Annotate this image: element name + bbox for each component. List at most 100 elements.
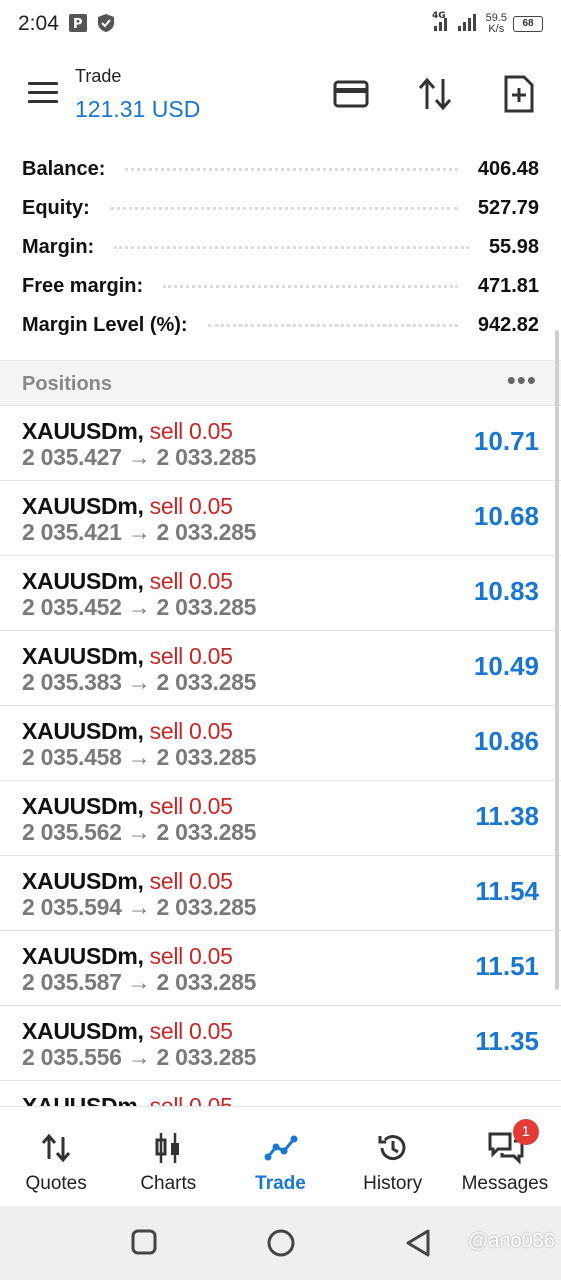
position-row[interactable]: XAUUSDm, sell 0.05 2 035.452 → 2 033.285… — [0, 556, 561, 631]
position-side: sell 0.05 — [149, 418, 233, 444]
nav-label: Charts — [140, 1173, 197, 1194]
position-row[interactable]: XAUUSDm, sell 0.05 2 035.562 → 2 033.285… — [0, 781, 561, 856]
svg-text:4G: 4G — [432, 11, 446, 21]
home-icon[interactable] — [266, 1228, 296, 1263]
summary-row-equity: Equity: 527.79 — [0, 189, 561, 228]
quotes-icon — [39, 1131, 73, 1165]
position-prices: 2 035.556 → 2 033.285 — [22, 1044, 257, 1070]
position-row[interactable]: XAUUSDm, sell 0.05 — [0, 1081, 561, 1106]
position-symbol: XAUUSDm, — [22, 643, 144, 669]
net-speed-value: 59.5 — [485, 11, 507, 24]
nav-label: Trade — [255, 1173, 306, 1194]
summary-row-margin-level: Margin Level (%): 942.82 — [0, 306, 561, 345]
position-prices: 2 035.452 → 2 033.285 — [22, 594, 257, 620]
recents-icon[interactable] — [130, 1228, 158, 1261]
position-symbol: XAUUSDm, — [22, 568, 144, 594]
sort-icon[interactable] — [415, 74, 455, 114]
position-row[interactable]: XAUUSDm, sell 0.05 2 035.427 → 2 033.285… — [0, 406, 561, 481]
position-prices: 2 035.458 → 2 033.285 — [22, 744, 257, 770]
positions-list[interactable]: XAUUSDm, sell 0.05 2 035.427 → 2 033.285… — [0, 406, 561, 1106]
payment-card-icon[interactable] — [331, 74, 371, 114]
parking-icon: P — [68, 13, 88, 38]
position-profit: 11.54 — [475, 876, 539, 906]
position-side: sell 0.05 — [149, 868, 233, 894]
charts-icon — [151, 1131, 185, 1165]
page-title: Trade — [75, 66, 122, 86]
status-bar: 2:04 P 4G 59.5 K/s 68 — [0, 0, 561, 50]
new-order-icon[interactable] — [499, 74, 539, 114]
trade-icon — [264, 1131, 298, 1165]
positions-header: Positions ••• — [0, 360, 561, 406]
app-header: Trade 121.31 USD — [0, 50, 561, 140]
position-symbol: XAUUSDm, — [22, 1093, 144, 1106]
back-icon[interactable] — [404, 1228, 432, 1263]
nav-quotes[interactable]: Quotes — [0, 1107, 112, 1206]
position-row[interactable]: XAUUSDm, sell 0.05 2 035.587 → 2 033.285… — [0, 931, 561, 1006]
battery-indicator: 68 — [513, 15, 543, 32]
position-profit: 11.35 — [475, 1026, 539, 1056]
positions-title: Positions — [22, 373, 113, 395]
summary-label: Equity: — [22, 197, 90, 219]
summary-row-margin: Margin: 55.98 — [0, 228, 561, 267]
position-side: sell 0.05 — [149, 793, 233, 819]
position-profit: 10.71 — [473, 426, 539, 456]
more-options-icon[interactable]: ••• — [507, 365, 537, 396]
dotted-leader — [125, 168, 458, 171]
position-prices: 2 035.383 → 2 033.285 — [22, 669, 257, 695]
messages-badge: 1 — [512, 1119, 539, 1145]
dotted-leader — [163, 285, 458, 288]
scrollbar[interactable] — [555, 330, 559, 990]
history-icon — [376, 1131, 410, 1165]
position-side: sell 0.05 — [149, 1093, 233, 1106]
position-row[interactable]: XAUUSDm, sell 0.05 2 035.556 → 2 033.285… — [0, 1006, 561, 1081]
position-symbol: XAUUSDm, — [22, 943, 144, 969]
position-profit: 11.51 — [475, 951, 539, 981]
bottom-nav: Quotes Charts Trade History 1 Messages — [0, 1106, 561, 1206]
dotted-leader — [109, 207, 458, 210]
position-prices: 2 035.421 → 2 033.285 — [22, 519, 257, 545]
position-side: sell 0.05 — [149, 718, 233, 744]
menu-icon[interactable] — [28, 82, 58, 104]
position-profit: 10.83 — [473, 576, 539, 606]
dotted-leader — [207, 324, 458, 327]
nav-charts[interactable]: Charts — [112, 1107, 224, 1206]
nav-trade[interactable]: Trade — [224, 1107, 336, 1206]
summary-value: 471.81 — [477, 275, 539, 297]
net-speed: 59.5 K/s — [485, 11, 507, 35]
position-profit: 10.68 — [473, 501, 539, 531]
position-row[interactable]: XAUUSDm, sell 0.05 2 035.594 → 2 033.285… — [0, 856, 561, 931]
system-nav: @ano036 — [0, 1206, 561, 1280]
dotted-leader — [114, 246, 469, 249]
position-symbol: XAUUSDm, — [22, 418, 144, 444]
position-row[interactable]: XAUUSDm, sell 0.05 2 035.421 → 2 033.285… — [0, 481, 561, 556]
position-symbol: XAUUSDm, — [22, 793, 144, 819]
position-symbol: XAUUSDm, — [22, 493, 144, 519]
summary-value: 527.79 — [477, 197, 539, 219]
position-profit: 10.86 — [473, 726, 539, 756]
summary-value: 55.98 — [488, 236, 539, 258]
svg-text:P: P — [73, 17, 83, 32]
status-time: 2:04 — [18, 12, 59, 35]
summary-value: 942.82 — [477, 314, 539, 336]
position-side: sell 0.05 — [149, 1018, 233, 1044]
position-side: sell 0.05 — [149, 943, 233, 969]
net-speed-unit: K/s — [488, 22, 505, 35]
watermark: @ano036 — [467, 1230, 555, 1252]
position-profit: 10.49 — [473, 651, 539, 681]
account-summary: Balance: 406.48 Equity: 527.79 Margin: 5… — [0, 150, 561, 345]
nav-label: Quotes — [25, 1173, 87, 1194]
summary-row-free-margin: Free margin: 471.81 — [0, 267, 561, 306]
summary-label: Margin: — [22, 236, 95, 258]
nav-history[interactable]: History — [337, 1107, 449, 1206]
position-prices: 2 035.562 → 2 033.285 — [22, 819, 257, 845]
position-side: sell 0.05 — [149, 493, 233, 519]
position-row[interactable]: XAUUSDm, sell 0.05 2 035.383 → 2 033.285… — [0, 631, 561, 706]
summary-label: Margin Level (%): — [22, 314, 188, 336]
summary-value: 406.48 — [477, 158, 539, 180]
header-balance: 121.31 USD — [75, 96, 201, 122]
nav-messages[interactable]: 1 Messages — [449, 1107, 561, 1206]
position-row[interactable]: XAUUSDm, sell 0.05 2 035.458 → 2 033.285… — [0, 706, 561, 781]
position-symbol: XAUUSDm, — [22, 718, 144, 744]
signal-icon: 4G — [432, 10, 480, 37]
position-prices: 2 035.427 → 2 033.285 — [22, 444, 257, 470]
